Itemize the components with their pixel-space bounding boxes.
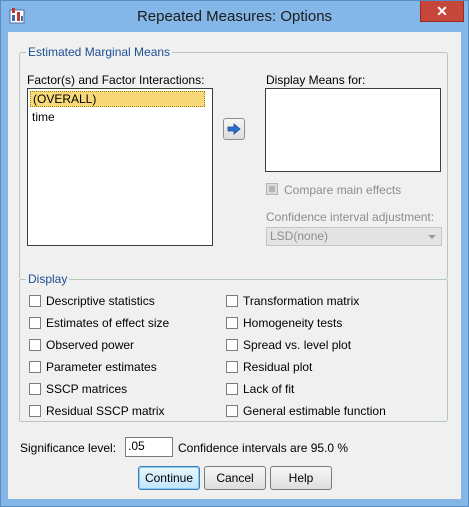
- observed-power-checkbox[interactable]: [29, 339, 41, 351]
- ci-adjustment-select[interactable]: LSD(none): [266, 227, 442, 246]
- lack-of-fit-checkbox[interactable]: [226, 383, 238, 395]
- display-means-label: Display Means for:: [266, 73, 366, 87]
- compare-main-effects-checkbox[interactable]: [266, 183, 278, 195]
- spread-level-plot-label: Spread vs. level plot: [243, 338, 352, 352]
- residual-sscp-label: Residual SSCP matrix: [46, 404, 165, 418]
- general-estimable-function-label: General estimable function: [243, 404, 386, 418]
- parameter-estimates-checkbox[interactable]: [29, 361, 41, 373]
- factors-label: Factor(s) and Factor Interactions:: [27, 73, 204, 87]
- significance-input[interactable]: .05: [125, 437, 173, 457]
- ci-summary-text: Confidence intervals are 95.0 %: [178, 441, 349, 455]
- sscp-matrices-label: SSCP matrices: [46, 382, 128, 396]
- factors-label-text: Factor(s) and Factor Interactions:: [27, 73, 205, 87]
- close-button[interactable]: ✕: [420, 1, 464, 22]
- cancel-button[interactable]: Cancel: [204, 466, 266, 490]
- lack-of-fit-label: Lack of fit: [243, 382, 295, 396]
- compare-main-effects-label: Compare main effects: [284, 183, 402, 197]
- list-item[interactable]: time: [30, 110, 55, 126]
- general-estimable-function-checkbox[interactable]: [226, 405, 238, 417]
- spread-level-plot-checkbox[interactable]: [226, 339, 238, 351]
- descriptive-statistics-label: Descriptive statistics: [46, 294, 155, 308]
- parameter-estimates-label: Parameter estimates: [46, 360, 157, 374]
- effect-size-label: Estimates of effect size: [46, 316, 170, 330]
- descriptive-statistics-checkbox[interactable]: [29, 295, 41, 307]
- transformation-matrix-checkbox[interactable]: [226, 295, 238, 307]
- display-means-listbox[interactable]: [265, 88, 441, 172]
- significance-label: Significance level:: [20, 441, 117, 455]
- ci-adjustment-value: LSD(none): [270, 229, 329, 243]
- sscp-matrices-checkbox[interactable]: [29, 383, 41, 395]
- arrow-right-icon: [227, 123, 241, 135]
- residual-plot-checkbox[interactable]: [226, 361, 238, 373]
- window-title: Repeated Measures: Options: [136, 8, 333, 25]
- continue-button[interactable]: Continue: [138, 466, 200, 490]
- close-icon: ✕: [436, 3, 448, 19]
- dialog-window: Repeated Measures: Options ✕ Estimated M…: [0, 0, 469, 507]
- residual-sscp-checkbox[interactable]: [29, 405, 41, 417]
- factors-listbox[interactable]: (OVERALL) time: [27, 88, 213, 246]
- help-button[interactable]: Help: [270, 466, 332, 490]
- emm-group-legend: Estimated Marginal Means: [26, 45, 173, 59]
- move-right-button[interactable]: [223, 118, 245, 140]
- transformation-matrix-label: Transformation matrix: [243, 294, 360, 308]
- ci-adjustment-label: Confidence interval adjustment:: [266, 210, 435, 224]
- display-group-legend: Display: [26, 272, 70, 286]
- homogeneity-tests-label: Homogeneity tests: [243, 316, 343, 330]
- list-item[interactable]: (OVERALL): [30, 91, 205, 107]
- dialog-body: Estimated Marginal Means Factor(s) and F…: [8, 32, 461, 499]
- observed-power-label: Observed power: [46, 338, 135, 352]
- homogeneity-tests-checkbox[interactable]: [226, 317, 238, 329]
- residual-plot-label: Residual plot: [243, 360, 313, 374]
- title-bar[interactable]: Repeated Measures: Options ✕: [1, 1, 468, 32]
- effect-size-checkbox[interactable]: [29, 317, 41, 329]
- chevron-down-icon: [428, 235, 436, 239]
